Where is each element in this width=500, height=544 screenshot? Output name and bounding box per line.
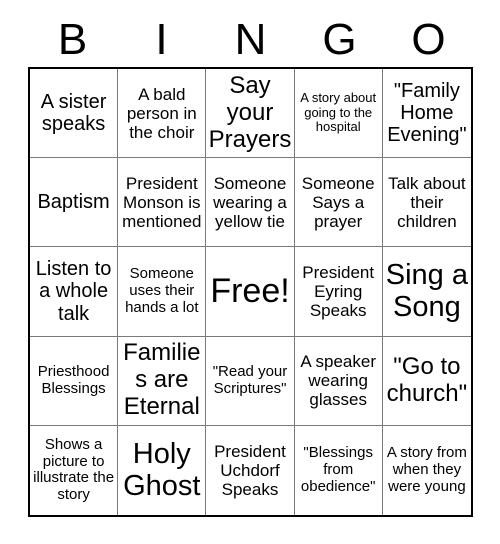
bingo-cell[interactable]: Someone Says a prayer (294, 158, 383, 248)
bingo-cell-label: Free! (210, 272, 290, 311)
bingo-cell[interactable]: Holy Ghost (118, 425, 207, 515)
bingo-cell-label: Say your Prayers (208, 71, 292, 153)
bingo-cell-free[interactable]: Free! (206, 247, 295, 337)
bingo-cell[interactable]: President Eyring Speaks (294, 247, 383, 337)
bingo-cell-label: "Go to church" (386, 352, 468, 407)
bingo-cell[interactable]: Listen to a whole talk (30, 247, 119, 337)
bingo-cell-label: "Family Home Evening" (387, 79, 467, 147)
bingo-cell-label: A bald person in the choir (126, 84, 197, 142)
bingo-cell-label: Someone wearing a yellow tie (213, 173, 287, 231)
header-letter-o: O (411, 15, 446, 64)
bingo-cell[interactable]: A sister speaks (30, 69, 119, 159)
bingo-cell[interactable]: Priesthood Blessings (30, 336, 119, 426)
bingo-cell[interactable]: "Blessings from obedience" (294, 425, 383, 515)
header-letter-b: B (57, 15, 88, 64)
bingo-cell-label: President Uchdorf Speaks (214, 441, 286, 499)
bingo-cell-label: "Read your Scriptures" (212, 362, 288, 397)
bingo-cell[interactable]: Families are Eternal (118, 336, 207, 426)
bingo-cell-label: Holy Ghost (123, 437, 201, 503)
bingo-cell-label: A speaker wearing glasses (300, 352, 376, 410)
bingo-cell[interactable]: Shows a picture to illustrate the story (30, 425, 119, 515)
bingo-cell-label: Talk about their children (388, 173, 466, 231)
bingo-cell[interactable]: Talk about their children (382, 158, 471, 248)
bingo-cell-label: Families are Eternal (123, 339, 201, 421)
bingo-cell[interactable]: Baptism (30, 158, 119, 248)
bingo-cell[interactable]: A speaker wearing glasses (294, 336, 383, 426)
bingo-cell-label: Listen to a whole talk (35, 257, 112, 325)
bingo-cell[interactable]: Someone wearing a yellow tie (206, 158, 295, 248)
bingo-cell[interactable]: A story about going to the hospital (294, 69, 383, 159)
bingo-cell[interactable]: A story from when they were young (382, 425, 471, 515)
header-letter-n: N (234, 15, 267, 64)
bingo-cell[interactable]: "Family Home Evening" (382, 69, 471, 159)
bingo-cell-label: A sister speaks (40, 90, 107, 136)
bingo-cell-label: Shows a picture to illustrate the story (33, 435, 115, 504)
bingo-cell-label: "Blessings from obedience" (300, 444, 376, 495)
bingo-cell-label: Someone uses their hands a lot (125, 265, 199, 316)
bingo-header: B I N G O (28, 14, 473, 66)
bingo-cell-label: Someone Says a prayer (301, 173, 375, 231)
bingo-cell[interactable]: Someone uses their hands a lot (118, 247, 207, 337)
header-letter-g: G (322, 15, 357, 64)
bingo-card: B I N G O A sister speaks A bald person i… (0, 0, 500, 544)
bingo-cell[interactable]: President Monson is mentioned (118, 158, 207, 248)
bingo-grid: A sister speaks A bald person in the choi… (28, 67, 473, 517)
bingo-cell[interactable]: Say your Prayers (206, 69, 295, 159)
bingo-cell[interactable]: "Go to church" (382, 336, 471, 426)
header-letter-i: I (155, 15, 168, 64)
bingo-cell-label: A story from when they were young (386, 444, 467, 495)
bingo-cell-label: A story about going to the hospital (300, 90, 377, 135)
bingo-cell-label: President Monson is mentioned (122, 173, 202, 231)
bingo-cell[interactable]: Sing a Song (382, 247, 471, 337)
bingo-cell[interactable]: "Read your Scriptures" (206, 336, 295, 426)
bingo-cell[interactable]: A bald person in the choir (118, 69, 207, 159)
bingo-cell[interactable]: President Uchdorf Speaks (206, 425, 295, 515)
bingo-cell-label: Baptism (37, 191, 110, 214)
bingo-cell-label: Priesthood Blessings (37, 362, 110, 397)
bingo-cell-label: Sing a Song (385, 259, 468, 324)
bingo-cell-label: President Eyring Speaks (302, 262, 375, 320)
